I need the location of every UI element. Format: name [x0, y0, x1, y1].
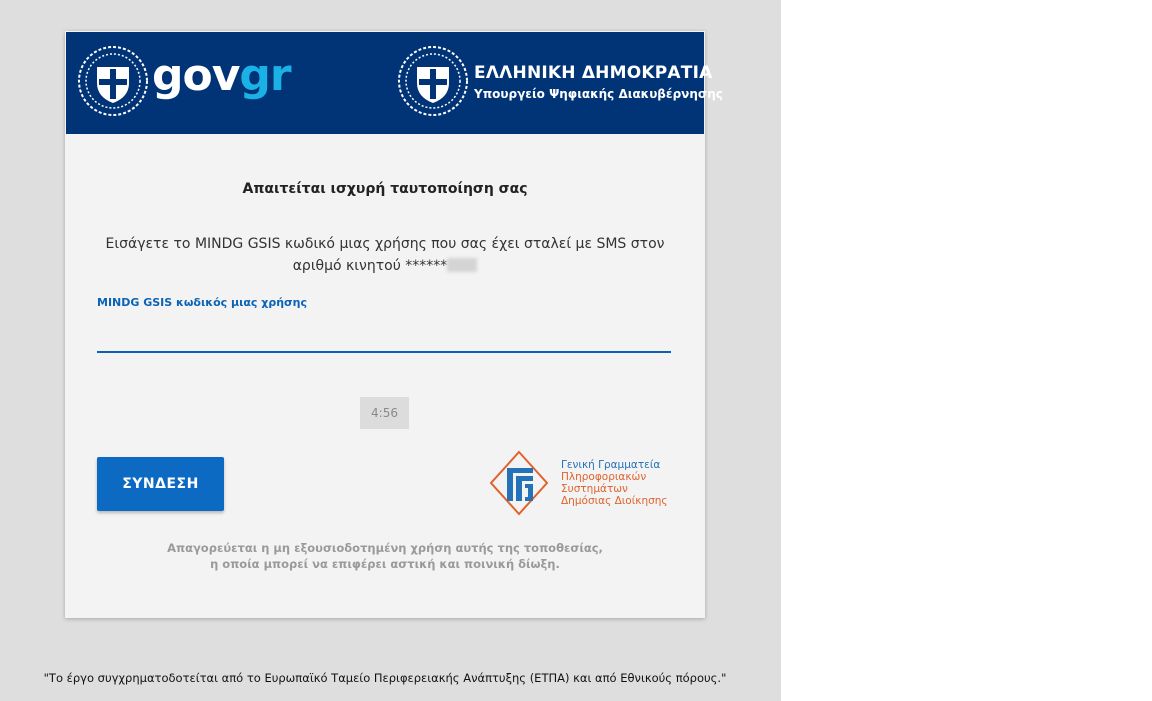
ministry-title: ΕΛΛΗΝΙΚΗ ΔΗΜΟΚΡΑΤΙΑ: [474, 63, 713, 83]
otp-field-label: MINDG GSIS κωδικός μιας χρήσης: [97, 296, 307, 309]
instruction-line2: αριθμό κινητού ******: [292, 258, 448, 274]
login-card: govgr ΕΛΛΗΝΙΚΗ ΔΗΜΟΚΡΑΤΙΑ Υπουργείο Ψηφι…: [65, 31, 723, 618]
greek-coat-of-arms-icon: [398, 46, 468, 116]
govgr-logo-accent: gr: [239, 50, 291, 101]
otp-input[interactable]: [97, 321, 671, 353]
gsis-line4: Δημόσιας Διοίκησης: [561, 495, 668, 507]
gsis-logo-text: Γενική Γραμματεία Πληροφοριακών Συστημάτ…: [561, 459, 668, 507]
govgr-logo: govgr: [152, 50, 292, 101]
instruction-line1: Εισάγετε το MINDG GSIS κωδικό μιας χρήση…: [105, 236, 665, 252]
greek-coat-of-arms-icon: [78, 46, 148, 116]
funding-footer: "Το έργο συγχρηματοδοτείται από το Ευρωπ…: [43, 671, 727, 685]
disclaimer-line2: η οποία μπορεί να επιφέρει αστική και πο…: [210, 557, 560, 571]
gsis-line2: Πληροφοριακών: [561, 471, 647, 483]
countdown-timer: 4:56: [360, 397, 409, 429]
govgr-logo-main: gov: [152, 50, 240, 101]
ministry-block: ΕΛΛΗΝΙΚΗ ΔΗΜΟΚΡΑΤΙΑ Υπουργείο Ψηφιακής Δ…: [474, 63, 723, 101]
gsis-logo-icon: [489, 450, 549, 516]
login-button[interactable]: ΣΥΝΔΕΣΗ: [97, 457, 224, 511]
header-bar: govgr ΕΛΛΗΝΙΚΗ ΔΗΜΟΚΡΑΤΙΑ Υπουργείο Ψηφι…: [66, 32, 723, 134]
gsis-line1: Γενική Γραμματεία: [561, 459, 661, 471]
masked-phone-digits: [447, 258, 478, 272]
disclaimer-line1: Απαγορεύεται η μη εξουσιοδοτημένη χρήση …: [167, 541, 603, 555]
ministry-subtitle: Υπουργείο Ψηφιακής Διακυβέρνησης: [474, 87, 723, 101]
gsis-line3: Συστημάτων: [561, 483, 628, 495]
instruction-text: Εισάγετε το MINDG GSIS κωδικό μιας χρήση…: [105, 233, 665, 277]
page-title: Απαιτείται ισχυρή ταυτοποίηση σας: [242, 181, 528, 197]
legal-disclaimer: Απαγορεύεται η μη εξουσιοδοτημένη χρήση …: [65, 540, 705, 572]
